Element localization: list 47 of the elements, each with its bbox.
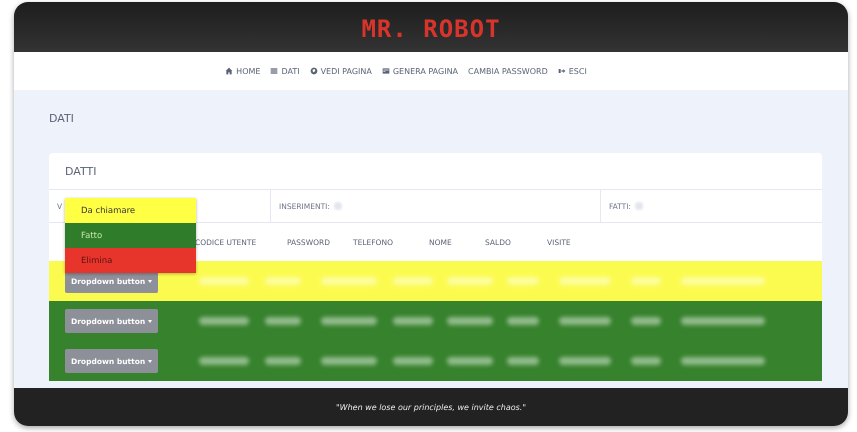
menu-item[interactable]: Elimina	[65, 248, 196, 273]
nav-link[interactable]: DATI	[270, 66, 300, 76]
redacted-value	[634, 202, 643, 210]
redacted-text	[321, 277, 377, 285]
redacted-text	[507, 357, 539, 365]
caret-icon	[148, 280, 152, 282]
menu-item[interactable]: Fatto	[65, 223, 196, 248]
redacted-text	[393, 317, 433, 325]
redacted-text	[447, 317, 493, 325]
nav-link[interactable]: GENERA PAGINA	[382, 66, 458, 76]
footer-quote: "When we lose our principles, we invite chaos."	[336, 402, 526, 412]
menu-item[interactable]: Da chiamare	[65, 198, 196, 223]
redacted-text	[321, 357, 377, 365]
redacted-text	[447, 277, 493, 285]
redacted-text	[559, 277, 611, 285]
exit-icon	[558, 67, 566, 75]
home-icon	[225, 67, 234, 75]
logo: MR. ROBOT	[361, 15, 501, 43]
redacted-text	[559, 317, 611, 325]
redacted-text	[447, 357, 493, 365]
card-icon	[382, 67, 390, 75]
redacted-text	[199, 317, 249, 325]
redacted-text	[631, 357, 661, 365]
redacted-text	[559, 357, 611, 365]
redacted-text	[631, 277, 661, 285]
list-icon	[270, 67, 278, 75]
card-title: DATTI	[49, 153, 822, 190]
redacted-text	[507, 317, 539, 325]
redacted-text	[393, 277, 433, 285]
redacted-text	[321, 317, 377, 325]
nav-link[interactable]: HOME	[225, 66, 260, 76]
nav-link[interactable]: CAMBIA PASSWORD	[468, 66, 548, 76]
redacted-text	[507, 277, 539, 285]
redacted-value	[334, 202, 342, 210]
redacted-text	[631, 317, 661, 325]
page-title: DATI	[49, 112, 75, 125]
globe-icon	[310, 67, 318, 75]
redacted-text	[393, 357, 433, 365]
caret-icon	[148, 360, 152, 362]
nav-link[interactable]: ESCI	[558, 66, 587, 76]
redacted-text	[265, 277, 301, 285]
caret-icon	[148, 320, 152, 322]
redacted-text	[199, 277, 249, 285]
redacted-text	[265, 317, 301, 325]
redacted-text	[199, 357, 249, 365]
redacted-text	[265, 357, 301, 365]
nav-link[interactable]: VEDI PAGINA	[310, 66, 372, 76]
